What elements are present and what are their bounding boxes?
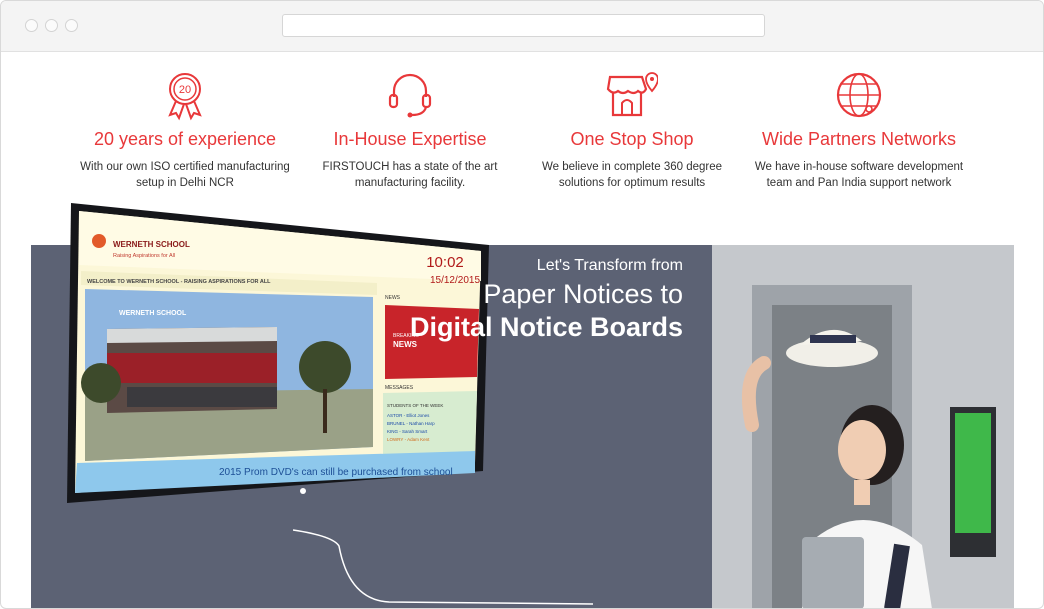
feature-expertise: In-House Expertise FIRSTOUCH has a state…	[290, 69, 530, 191]
woman-illustration	[712, 245, 1014, 608]
woman-photo	[712, 245, 1014, 608]
banner-headline: Let's Transform from Paper Notices to Di…	[410, 257, 683, 343]
digital-notice-board: WERNETH SCHOOL Raising Aspirations for A…	[67, 203, 489, 503]
address-bar[interactable]	[282, 14, 765, 37]
display-student: ASTOR - Elliot Jones	[387, 413, 430, 418]
display-school-tagline: Raising Aspirations for All	[113, 253, 175, 259]
feature-desc-line: manufacturing facility.	[354, 177, 466, 189]
feature-description: We believe in complete 360 degree soluti…	[512, 159, 752, 191]
feature-description: We have in-house software development te…	[739, 159, 979, 191]
display-student: LOWRY - Adam Kent	[387, 437, 430, 442]
feature-desc-line: We believe in complete 360 degree	[541, 161, 723, 173]
browser-toolbar	[1, 1, 1043, 52]
display-students-label: STUDENTS OF THE WEEK	[387, 403, 443, 408]
feature-description: FIRSTOUCH has a state of the art manufac…	[290, 159, 530, 191]
decorative-swoosh	[293, 529, 594, 605]
display-messages-label: MESSAGES	[385, 385, 414, 391]
headset-icon	[388, 73, 432, 118]
feature-title: Wide Partners Networks	[761, 129, 957, 149]
shop-icon	[606, 72, 658, 117]
display-student: KING - Sarah Smart	[387, 429, 428, 434]
window-minimize-dot[interactable]	[45, 19, 58, 32]
banner-line-2: Paper Notices to	[483, 279, 683, 309]
feature-title: 20 years of experience	[93, 129, 277, 149]
feature-desc-line: solutions for optimum results	[558, 177, 706, 189]
feature-desc-line: setup in Delhi NCR	[136, 177, 234, 189]
feature-description: With our own ISO certified manufacturing…	[65, 159, 305, 191]
banner-line-3: Digital Notice Boards	[409, 312, 683, 342]
browser-window: 20 20 years of experience With our own I…	[0, 0, 1044, 609]
feature-partners: Wide Partners Networks We have in-house …	[739, 69, 979, 191]
banner-line-1: Let's Transform from	[536, 257, 683, 274]
feature-title: In-House Expertise	[333, 129, 487, 149]
display-welcome: WELCOME TO WERNETH SCHOOL - RAISING ASPI…	[87, 279, 271, 285]
feature-one-stop-shop: One Stop Shop We believe in complete 360…	[512, 69, 752, 191]
display-student: BRUNEL - Nathan Harp	[387, 421, 435, 426]
display-power-icon	[300, 488, 306, 494]
feature-desc-line: FIRSTOUCH has a state of the art	[322, 161, 498, 173]
display-building-sign: WERNETH SCHOOL	[119, 310, 187, 317]
display-school-name: WERNETH SCHOOL	[113, 240, 190, 249]
feature-desc-line: We have in-house software development	[754, 161, 964, 173]
display-ticker: 2015 Prom DVD's can still be purchased f…	[219, 467, 453, 478]
feature-desc-line: team and Pan India support network	[766, 177, 952, 189]
badge-number: 20	[179, 84, 191, 96]
feature-desc-line: With our own ISO certified manufacturing	[80, 161, 290, 173]
school-logo-icon	[92, 234, 106, 248]
badge-20-icon: 20	[168, 73, 202, 121]
window-maximize-dot[interactable]	[65, 19, 78, 32]
window-close-dot[interactable]	[25, 19, 38, 32]
feature-experience: 20 20 years of experience With our own I…	[65, 69, 305, 191]
feature-title: One Stop Shop	[570, 129, 694, 149]
display-news-label: NEWS	[385, 295, 401, 301]
globe-icon	[836, 72, 882, 118]
